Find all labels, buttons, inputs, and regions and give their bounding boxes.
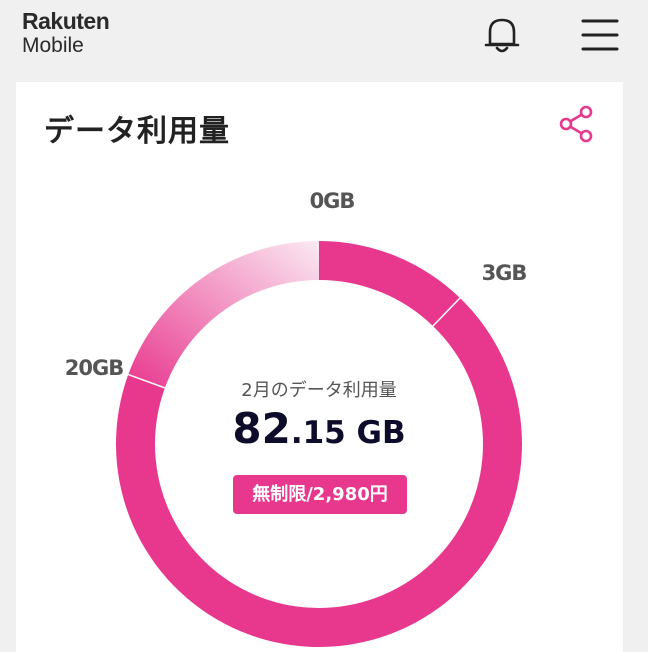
usage-donut-chart: 0GB 3GB 20GB	[65, 189, 527, 647]
plan-badge[interactable]: 無制限/2,980円	[233, 475, 407, 514]
tier-label-20gb: 20GB	[65, 356, 123, 380]
app-header: Rakuten Mobile	[0, 0, 648, 80]
usage-value-integer: 82	[232, 404, 291, 453]
tier-label-3gb: 3GB	[482, 261, 527, 285]
usage-caption: 2月のデータ利用量	[241, 380, 397, 401]
donut-segment-20gb-plus	[128, 241, 319, 388]
usage-value-decimal: .15 GB	[290, 415, 406, 451]
donut-segment-0-3gb	[319, 241, 461, 327]
tier-label-0gb: 0GB	[310, 189, 355, 213]
logo-line-mobile: Mobile	[22, 34, 84, 57]
bell-icon[interactable]	[482, 14, 522, 56]
usage-value: 82.15 GB	[188, 404, 450, 453]
rakuten-mobile-logo[interactable]: Rakuten Mobile	[22, 8, 110, 57]
logo-line-rakuten: Rakuten	[22, 8, 110, 34]
hamburger-menu-icon[interactable]	[580, 16, 620, 54]
data-usage-card: データ利用量 0GB 3GB 20GB 2月のデータ利用量 82.15 GB 無制限…	[16, 82, 623, 652]
